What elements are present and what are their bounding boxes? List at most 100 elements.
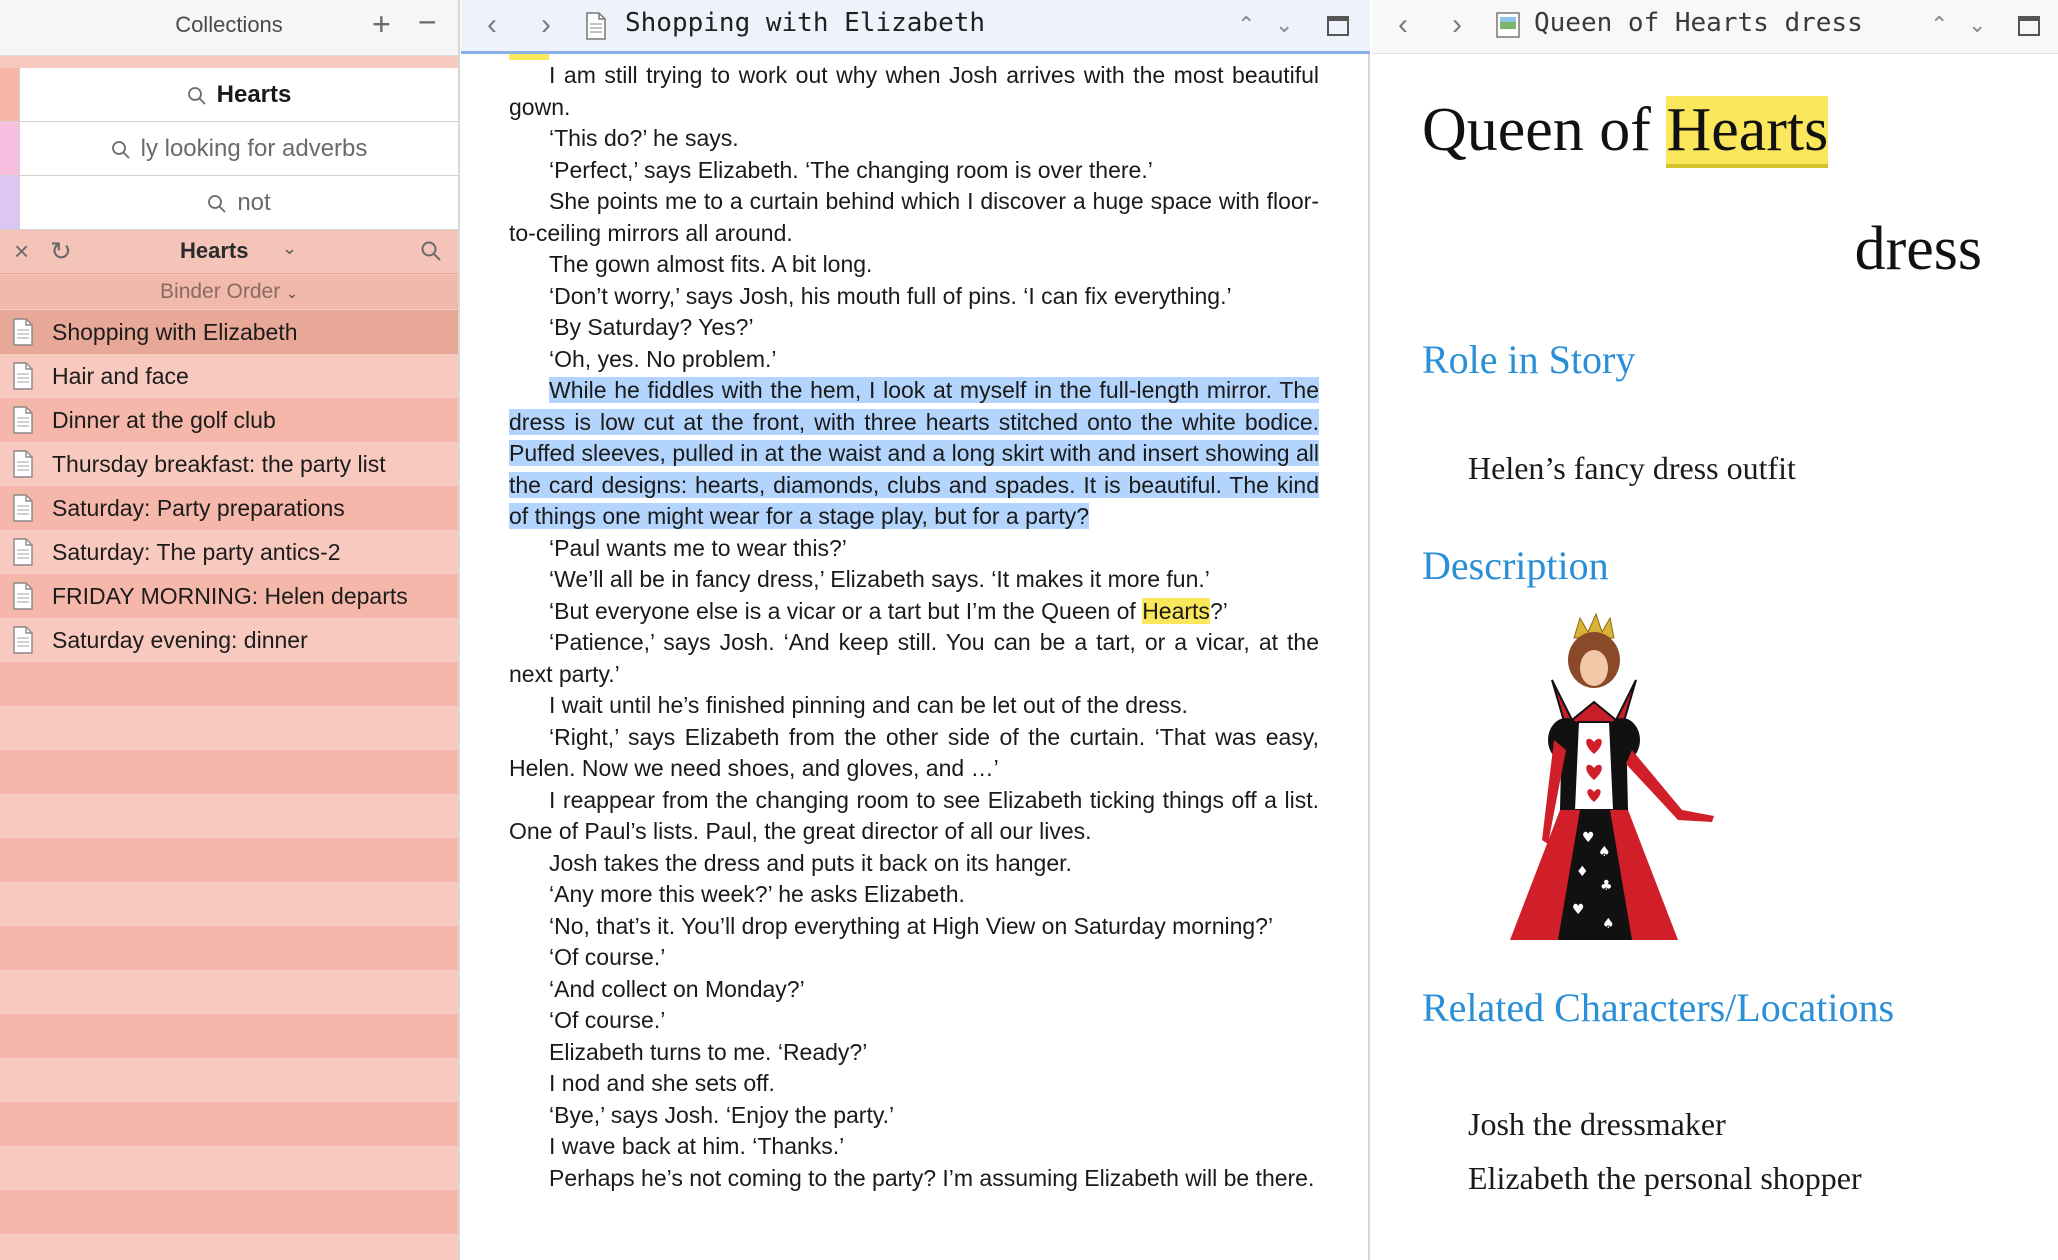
remove-collection-button[interactable]: − — [418, 4, 437, 41]
empty-list-row — [0, 1058, 458, 1102]
related-heading: Related Characters/Locations — [1422, 985, 1895, 1030]
empty-list-row — [0, 1234, 458, 1260]
chevron-down-icon[interactable]: ⌄ — [282, 238, 297, 259]
document-title: FRIDAY MORNING: Helen departs — [52, 582, 408, 609]
editor-paragraph: ‘And collect on Monday?’ — [549, 975, 805, 1002]
close-icon[interactable]: × — [14, 236, 29, 267]
search-icon — [207, 193, 227, 213]
document-icon — [12, 538, 34, 566]
document-icon — [12, 626, 34, 654]
document-title: Saturday evening: dinner — [52, 626, 308, 653]
editor-paragraph: I wait until he’s finished pinning and c… — [549, 692, 1188, 718]
sort-order-selector[interactable]: Binder Order ⌄ — [0, 275, 458, 309]
search-icon[interactable] — [420, 240, 442, 267]
empty-list-row — [0, 1102, 458, 1146]
document-list-item[interactable]: Saturday: Party preparations — [0, 486, 458, 530]
empty-list-row — [0, 1014, 458, 1058]
preview-header: ‹ › Queen of Hearts dress ⌃ ⌄ — [1372, 0, 2058, 54]
editor-paragraph: ‘Right,’ says Elizabeth from the other s… — [509, 723, 1319, 782]
heading-prefix: Queen of — [1422, 96, 1667, 164]
document-list-item[interactable]: Shopping with Elizabeth — [0, 310, 458, 354]
editor-paragraph: Josh takes the dress and puts it back on… — [549, 849, 1072, 876]
empty-list-row — [0, 838, 458, 882]
editor-paragraph: The gown almost fits. A bit long. — [549, 251, 873, 277]
document-list-item[interactable]: Hair and face — [0, 354, 458, 398]
editor-text[interactable]: I am still trying to work out why when J… — [509, 60, 1319, 1194]
search-tab-content: Hearts — [20, 68, 458, 121]
add-collection-button[interactable]: + — [372, 6, 391, 43]
forward-button[interactable]: › — [1452, 8, 1462, 42]
collections-sidebar: Collections + − Hearts ly looking for adv… — [0, 0, 460, 1260]
svg-text:♥: ♥ — [1572, 902, 1585, 918]
search-tab-label: ly looking for adverbs — [140, 134, 368, 162]
editor-paragraph: ‘Paul wants me to wear this?’ — [549, 534, 847, 561]
document-icon — [12, 406, 34, 434]
active-collection-title[interactable]: Hearts — [180, 238, 248, 264]
search-icon — [187, 85, 207, 105]
image-document-icon — [1496, 12, 1520, 38]
svg-text:♥: ♥ — [1582, 830, 1595, 846]
collections-header: Collections + − — [0, 0, 458, 56]
editor-header: ‹ › Shopping with Elizabeth ⌃ ⌄ — [461, 0, 1370, 54]
editor-paragraph: ‘Of course.’ — [549, 944, 666, 970]
svg-text:♣: ♣ — [1600, 878, 1613, 894]
editor-paragraph: She points me to a curtain behind which … — [509, 188, 1319, 246]
editor-paragraph: Perhaps he’s not coming to the party? I’… — [549, 1164, 1315, 1191]
collection-color-swatch — [0, 176, 20, 229]
search-collection-tab[interactable]: not — [0, 176, 458, 230]
document-icon — [12, 318, 34, 346]
editor-paragraph: ‘Perfect,’ says Elizabeth. ‘The changing… — [549, 156, 1153, 183]
editor-paragraph: ‘This do?’ he says. — [549, 125, 739, 151]
search-collection-tab[interactable]: Hearts — [0, 68, 458, 122]
refresh-search-icon[interactable]: ↻ — [50, 236, 72, 267]
editor-paragraph: I nod and she sets off. — [549, 1070, 775, 1096]
editor-paragraph: ‘Don’t worry,’ says Josh, his mouth full… — [549, 282, 1232, 309]
editor-paragraph: ‘Oh, yes. No problem.’ — [549, 345, 777, 372]
back-button[interactable]: ‹ — [487, 8, 497, 42]
role-text: Helen’s fancy dress outfit — [1468, 450, 1796, 486]
document-list-item[interactable]: Thursday breakfast: the party list — [0, 442, 458, 486]
back-button[interactable]: ‹ — [1398, 8, 1408, 42]
editor-paragraph: I reappear from the changing room to see… — [509, 786, 1319, 845]
editor-paragraph: While he fiddles with the hem, I look at… — [509, 375, 1319, 533]
chevron-up-icon[interactable]: ⌃ — [1237, 12, 1255, 38]
split-view-icon[interactable] — [1327, 16, 1349, 36]
forward-button[interactable]: › — [541, 8, 551, 42]
search-collection-tab[interactable]: ly looking for adverbs — [0, 122, 458, 176]
document-list-item[interactable]: Saturday evening: dinner — [0, 618, 458, 662]
empty-list-row — [0, 1190, 458, 1234]
preview-heading-suffix: dress — [1854, 215, 1982, 283]
empty-list-row — [0, 882, 458, 926]
editor-paragraph: ‘Patience,’ says Josh. ‘And keep still. … — [509, 629, 1319, 687]
paragraph-text: ‘But everyone else is a vicar or a tart … — [549, 597, 1143, 624]
document-icon — [12, 582, 34, 610]
svg-text:♠: ♠ — [1602, 916, 1615, 932]
preview-document-title: Queen of Hearts dress — [1534, 8, 1863, 38]
editor-paragraph: I wave back at him. ‘Thanks.’ — [549, 1133, 845, 1159]
split-view-icon[interactable] — [2018, 16, 2040, 36]
editor-paragraph: ‘But everyone else is a vicar or a tart … — [509, 596, 1319, 628]
empty-list-row — [0, 706, 458, 750]
document-title: Hair and face — [52, 362, 189, 389]
search-tab-content: not — [20, 176, 458, 229]
svg-text:♠: ♠ — [1598, 844, 1611, 860]
chevron-down-icon[interactable]: ⌄ — [1968, 12, 1986, 38]
chevron-up-icon[interactable]: ⌃ — [1930, 12, 1948, 38]
preview-pane: ‹ › Queen of Hearts dress ⌃ ⌄ Queen of H… — [1372, 0, 2058, 1260]
collection-color-swatch — [0, 122, 20, 175]
document-icon — [12, 450, 34, 478]
editor-paragraph: ‘Of course.’ — [549, 1007, 666, 1033]
editor-paragraph: ‘No, that’s it. You’ll drop everything a… — [549, 912, 1274, 939]
document-list-item[interactable]: Saturday: The party antics-2 — [0, 530, 458, 574]
document-list-item[interactable]: FRIDAY MORNING: Helen departs — [0, 574, 458, 618]
editor-paragraph: ‘By Saturday? Yes?’ — [549, 314, 754, 340]
editor-paragraph: ‘We’ll all be in fancy dress,’ Elizabeth… — [549, 566, 1210, 592]
empty-list-row — [0, 794, 458, 838]
document-list-item[interactable]: Dinner at the golf club — [0, 398, 458, 442]
preview-heading: Queen of Hearts — [1422, 96, 1829, 168]
document-list: Shopping with Elizabeth Hair and face Dinn… — [0, 310, 458, 1260]
chevron-down-icon[interactable]: ⌄ — [1275, 12, 1293, 38]
search-icon — [111, 139, 131, 159]
document-title: Saturday: The party antics-2 — [52, 538, 341, 565]
chevron-down-icon: ⌄ — [286, 285, 298, 301]
